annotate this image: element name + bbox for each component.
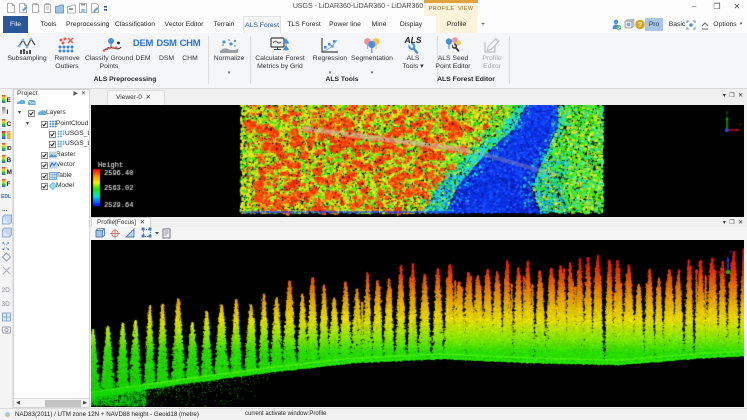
svg-text:3D: 3D: [2, 301, 11, 308]
svg-text:E: E: [7, 97, 12, 104]
svg-text:M: M: [7, 169, 12, 176]
svg-text:F: F: [7, 181, 11, 188]
svg-text:I: I: [7, 109, 9, 116]
svg-text:...: ...: [2, 206, 8, 213]
svg-text:2D: 2D: [2, 287, 11, 294]
svg-text:C: C: [7, 121, 12, 128]
svg-text:↙↘: ↙↘: [2, 246, 10, 251]
svg-text:ID: ID: [7, 146, 12, 152]
svg-text:?: ?: [638, 20, 643, 29]
svg-text:B: B: [7, 157, 12, 164]
svg-text:EDL: EDL: [1, 194, 11, 200]
